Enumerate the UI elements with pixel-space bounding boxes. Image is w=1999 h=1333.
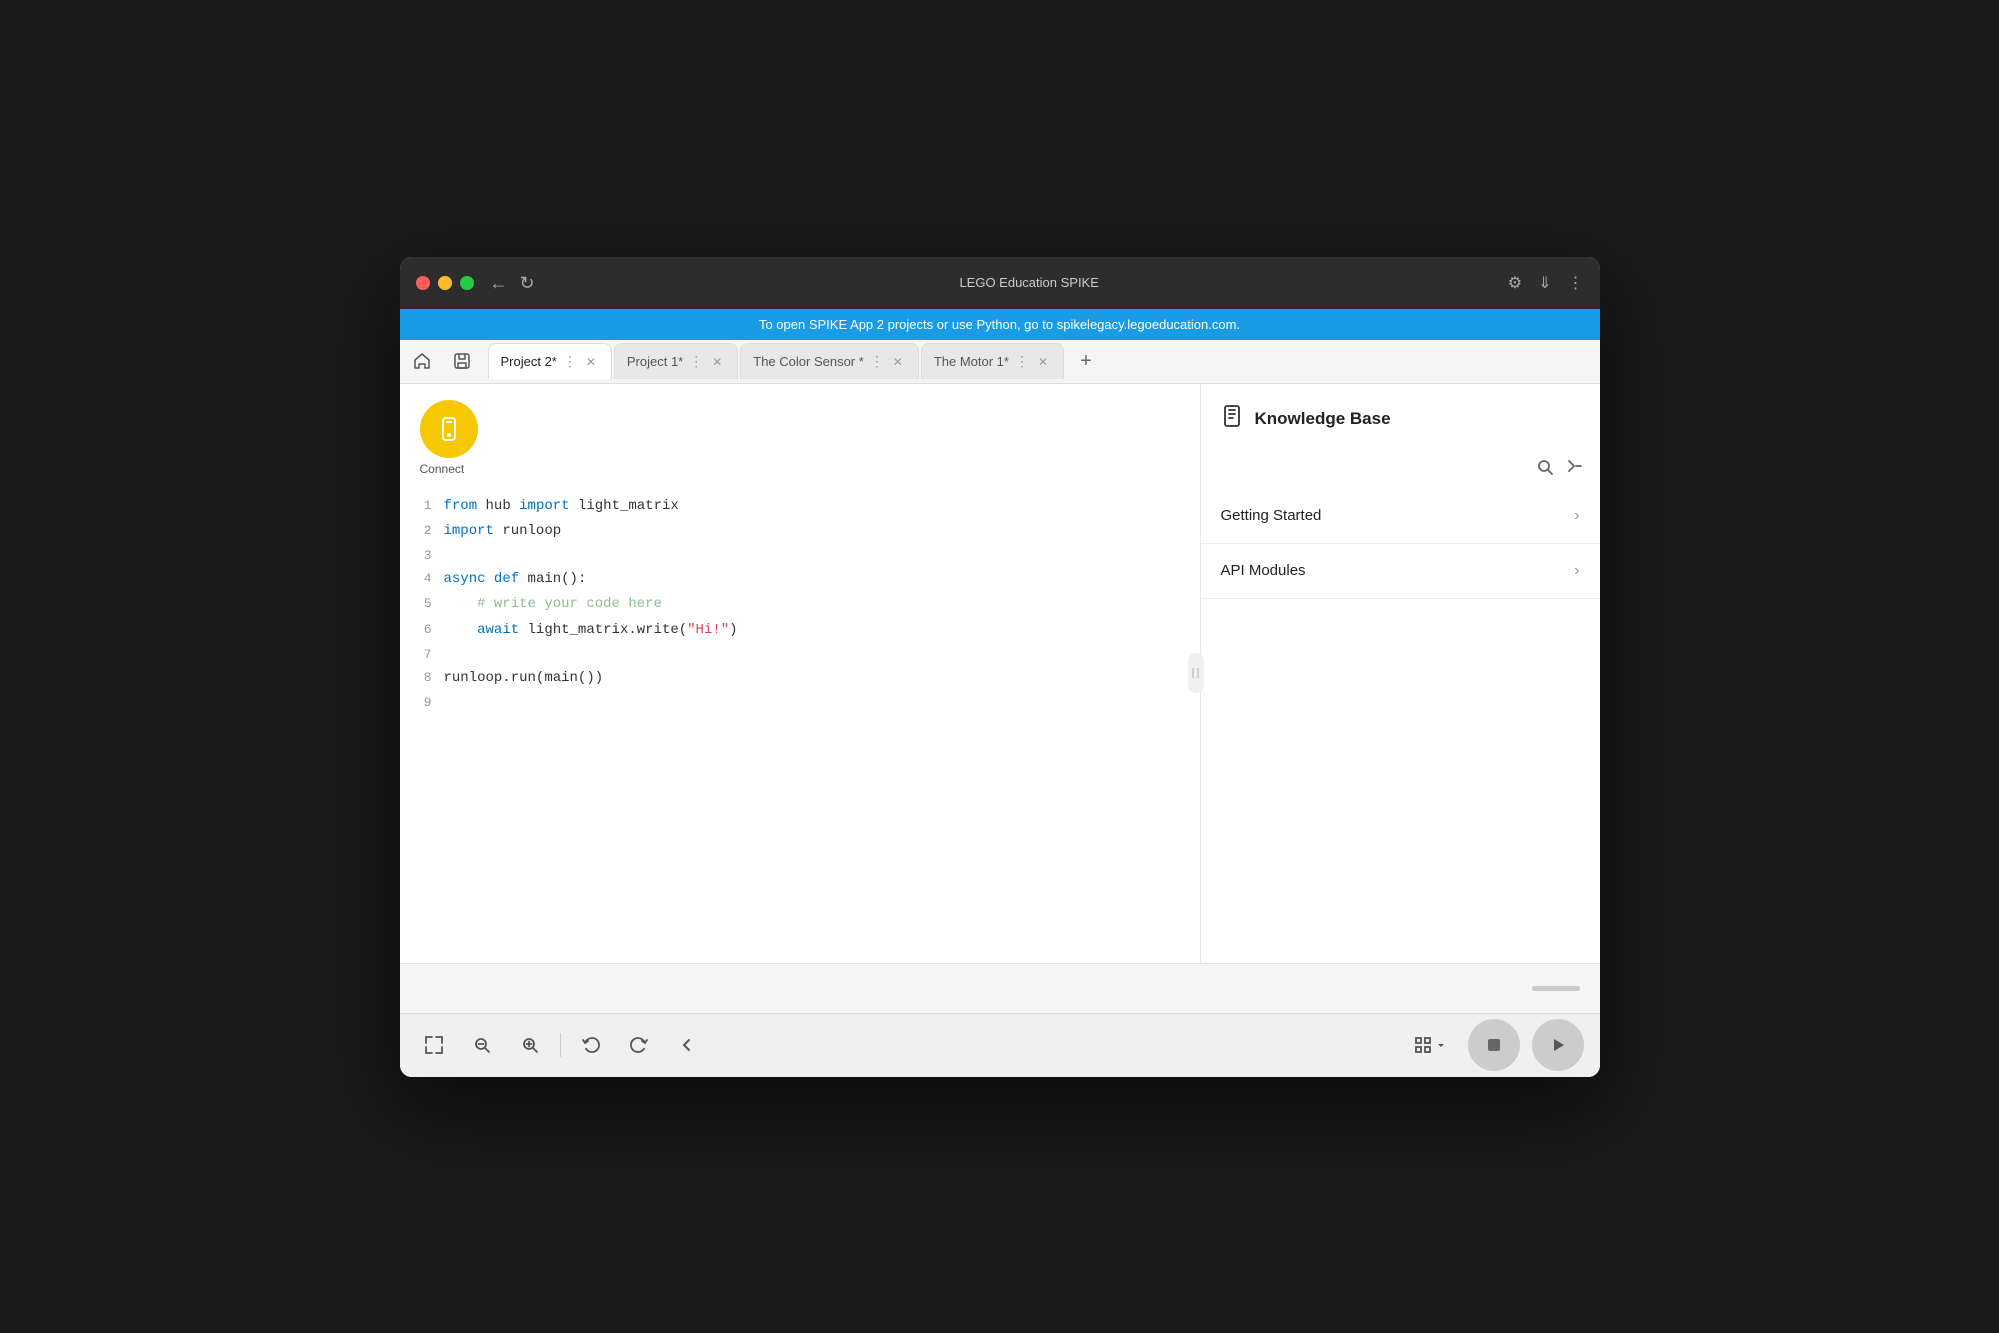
collapse-panel-handle[interactable]: ∣∣ <box>1188 653 1204 693</box>
line-num-1: 1 <box>416 494 444 517</box>
zoom-out-button[interactable] <box>464 1027 500 1063</box>
grid-view-button[interactable] <box>1404 1030 1456 1060</box>
line-num-3: 3 <box>416 544 444 567</box>
tab-project2-menu[interactable]: ⋮ <box>563 353 577 370</box>
kb-search-button[interactable] <box>1536 458 1554 481</box>
back-button[interactable]: ← <box>490 274 508 292</box>
redo-button[interactable] <box>621 1027 657 1063</box>
kb-actions <box>1201 450 1600 489</box>
tab-color-sensor-close[interactable]: ✕ <box>890 354 906 370</box>
code-line-1: 1 from hub import light_matrix <box>416 494 1184 519</box>
line-num-7: 7 <box>416 643 444 666</box>
left-panel: Connect 1 from hub import light_matrix 2… <box>400 384 1200 963</box>
editor-area: Connect 1 from hub import light_matrix 2… <box>400 384 1600 963</box>
line-num-6: 6 <box>416 618 444 641</box>
tab-motor-menu[interactable]: ⋮ <box>1015 353 1029 370</box>
code-line-3: 3 <box>416 544 1184 567</box>
tab-project1-close[interactable]: ✕ <box>709 354 725 370</box>
kb-item-api-modules-label: API Modules <box>1221 562 1306 579</box>
kb-collapse-button[interactable] <box>1566 458 1584 481</box>
tab-project2-label: Project 2* <box>501 354 557 369</box>
tab-color-sensor-menu[interactable]: ⋮ <box>870 353 884 370</box>
kb-book-icon <box>1221 404 1245 434</box>
tab-motor[interactable]: The Motor 1* ⋮ ✕ <box>921 343 1064 379</box>
minimize-traffic-light[interactable] <box>438 276 452 290</box>
tabs-container: Project 2* ⋮ ✕ Project 1* ⋮ ✕ The Color … <box>488 343 1596 379</box>
kb-item-getting-started[interactable]: Getting Started › <box>1201 489 1600 544</box>
knowledge-base-panel: Knowledge Base <box>1200 384 1600 963</box>
connect-label: Connect <box>420 462 465 476</box>
close-traffic-light[interactable] <box>416 276 430 290</box>
drag-handle[interactable] <box>1532 986 1580 991</box>
kb-item-api-modules-arrow: › <box>1574 562 1579 580</box>
code-line-4: 4 async def main(): <box>416 567 1184 592</box>
kb-item-api-modules[interactable]: API Modules › <box>1201 544 1600 599</box>
code-line-7: 7 <box>416 643 1184 666</box>
kb-item-getting-started-arrow: › <box>1574 507 1579 525</box>
line-num-5: 5 <box>416 592 444 615</box>
zoom-in-button[interactable] <box>512 1027 548 1063</box>
toolbar-separator-1 <box>560 1033 561 1057</box>
add-tab-button[interactable]: + <box>1070 345 1102 377</box>
tab-color-sensor[interactable]: The Color Sensor * ⋮ ✕ <box>740 343 919 379</box>
main-content: Connect 1 from hub import light_matrix 2… <box>400 384 1600 1077</box>
browser-window: ← ↻ LEGO Education SPIKE ⚙ ⇓ ⋮ To open S… <box>400 257 1600 1077</box>
line-num-2: 2 <box>416 519 444 542</box>
undo-button[interactable] <box>573 1027 609 1063</box>
fullscreen-button[interactable] <box>416 1027 452 1063</box>
connect-section: Connect <box>400 384 1200 486</box>
bottom-section <box>400 963 1600 1013</box>
puzzle-icon[interactable]: ⚙ <box>1508 273 1522 293</box>
chevron-left-button[interactable] <box>669 1027 705 1063</box>
refresh-button[interactable]: ↻ <box>520 274 535 292</box>
maximize-traffic-light[interactable] <box>460 276 474 290</box>
tab-motor-label: The Motor 1* <box>934 354 1009 369</box>
code-line-6: 6 await light_matrix.write("Hi!") <box>416 618 1184 643</box>
kb-title: Knowledge Base <box>1255 409 1391 429</box>
play-button[interactable] <box>1532 1019 1584 1071</box>
tab-bar: Project 2* ⋮ ✕ Project 1* ⋮ ✕ The Color … <box>400 340 1600 384</box>
line-num-8: 8 <box>416 666 444 689</box>
tab-project1-menu[interactable]: ⋮ <box>689 353 703 370</box>
code-line-9: 9 <box>416 691 1184 714</box>
line-num-4: 4 <box>416 567 444 590</box>
code-line-5: 5 # write your code here <box>416 592 1184 617</box>
home-icon[interactable] <box>404 343 440 379</box>
tab-motor-close[interactable]: ✕ <box>1035 354 1051 370</box>
download-icon[interactable]: ⇓ <box>1538 273 1551 293</box>
tab-bar-nav <box>404 343 480 379</box>
kb-header: Knowledge Base <box>1201 384 1600 450</box>
traffic-lights <box>416 276 474 290</box>
menu-icon[interactable]: ⋮ <box>1568 273 1584 293</box>
tab-project2-close[interactable]: ✕ <box>583 354 599 370</box>
save-icon[interactable] <box>444 343 480 379</box>
stop-button[interactable] <box>1468 1019 1520 1071</box>
kb-item-getting-started-label: Getting Started <box>1221 507 1322 524</box>
bottom-toolbar <box>400 1013 1600 1077</box>
code-editor[interactable]: 1 from hub import light_matrix 2 import … <box>400 486 1200 963</box>
nav-buttons: ← ↻ <box>490 274 535 292</box>
window-title: LEGO Education SPIKE <box>551 275 1508 290</box>
info-banner: To open SPIKE App 2 projects or use Pyth… <box>400 309 1600 340</box>
line-num-9: 9 <box>416 691 444 714</box>
tab-project1[interactable]: Project 1* ⋮ ✕ <box>614 343 738 379</box>
connect-button[interactable] <box>420 400 478 458</box>
title-actions: ⚙ ⇓ ⋮ <box>1508 273 1584 293</box>
tab-project1-label: Project 1* <box>627 354 683 369</box>
title-bar: ← ↻ LEGO Education SPIKE ⚙ ⇓ ⋮ <box>400 257 1600 309</box>
code-line-2: 2 import runloop <box>416 519 1184 544</box>
tab-color-sensor-label: The Color Sensor * <box>753 354 864 369</box>
code-line-8: 8 runloop.run(main()) <box>416 666 1184 691</box>
tab-project2[interactable]: Project 2* ⋮ ✕ <box>488 343 612 379</box>
